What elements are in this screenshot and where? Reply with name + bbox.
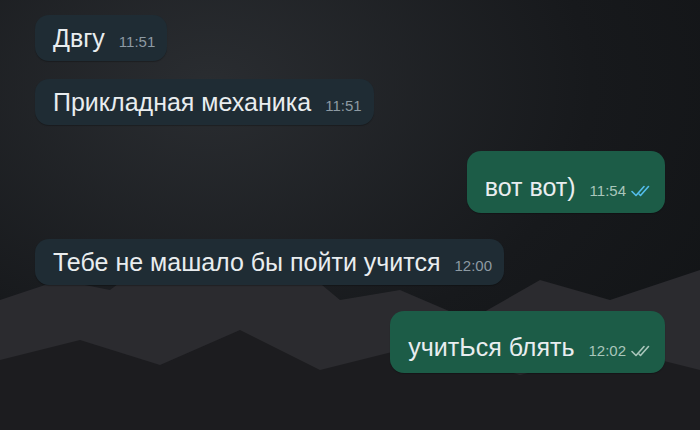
message-row: Тебе не машало бы пойти учится 12:00 <box>35 239 665 285</box>
message-text: Двгу <box>53 23 105 54</box>
message-row: учитЬся блять 12:02 <box>35 311 665 373</box>
message-meta: 11:51 <box>325 95 361 119</box>
message-row: вот вот) 11:54 <box>35 151 665 213</box>
message-time: 12:00 <box>455 255 493 278</box>
chat-area: Двгу 11:51 Прикладная механика 11:51 вот вот… <box>0 0 700 430</box>
incoming-message[interactable]: Тебе не машало бы пойти учится 12:00 <box>35 239 504 285</box>
message-time: 12:02 <box>588 340 626 363</box>
message-time: 11:54 <box>590 180 626 203</box>
message-time: 11:51 <box>119 31 155 54</box>
outgoing-message[interactable]: учитЬся блять 12:02 <box>390 311 665 373</box>
message-text: Прикладная механика <box>53 87 311 118</box>
message-time: 11:51 <box>325 95 361 118</box>
message-meta: 12:02 <box>588 340 653 364</box>
message-list: Двгу 11:51 Прикладная механика 11:51 вот вот… <box>35 15 665 373</box>
message-text: Тебе не машало бы пойти учится <box>53 247 441 278</box>
message-row: Двгу 11:51 <box>35 15 665 61</box>
outgoing-message[interactable]: вот вот) 11:54 <box>467 151 665 213</box>
incoming-message[interactable]: Двгу 11:51 <box>35 15 167 61</box>
message-meta: 11:51 <box>119 31 155 55</box>
message-meta: 11:54 <box>590 180 653 204</box>
message-text: вот вот) <box>485 172 576 203</box>
message-text: учитЬся блять <box>408 332 574 363</box>
double-check-icon <box>631 344 653 358</box>
message-row: Прикладная механика 11:51 <box>35 79 665 125</box>
double-check-icon <box>631 184 653 198</box>
message-meta: 12:00 <box>455 255 493 279</box>
incoming-message[interactable]: Прикладная механика 11:51 <box>35 79 374 125</box>
